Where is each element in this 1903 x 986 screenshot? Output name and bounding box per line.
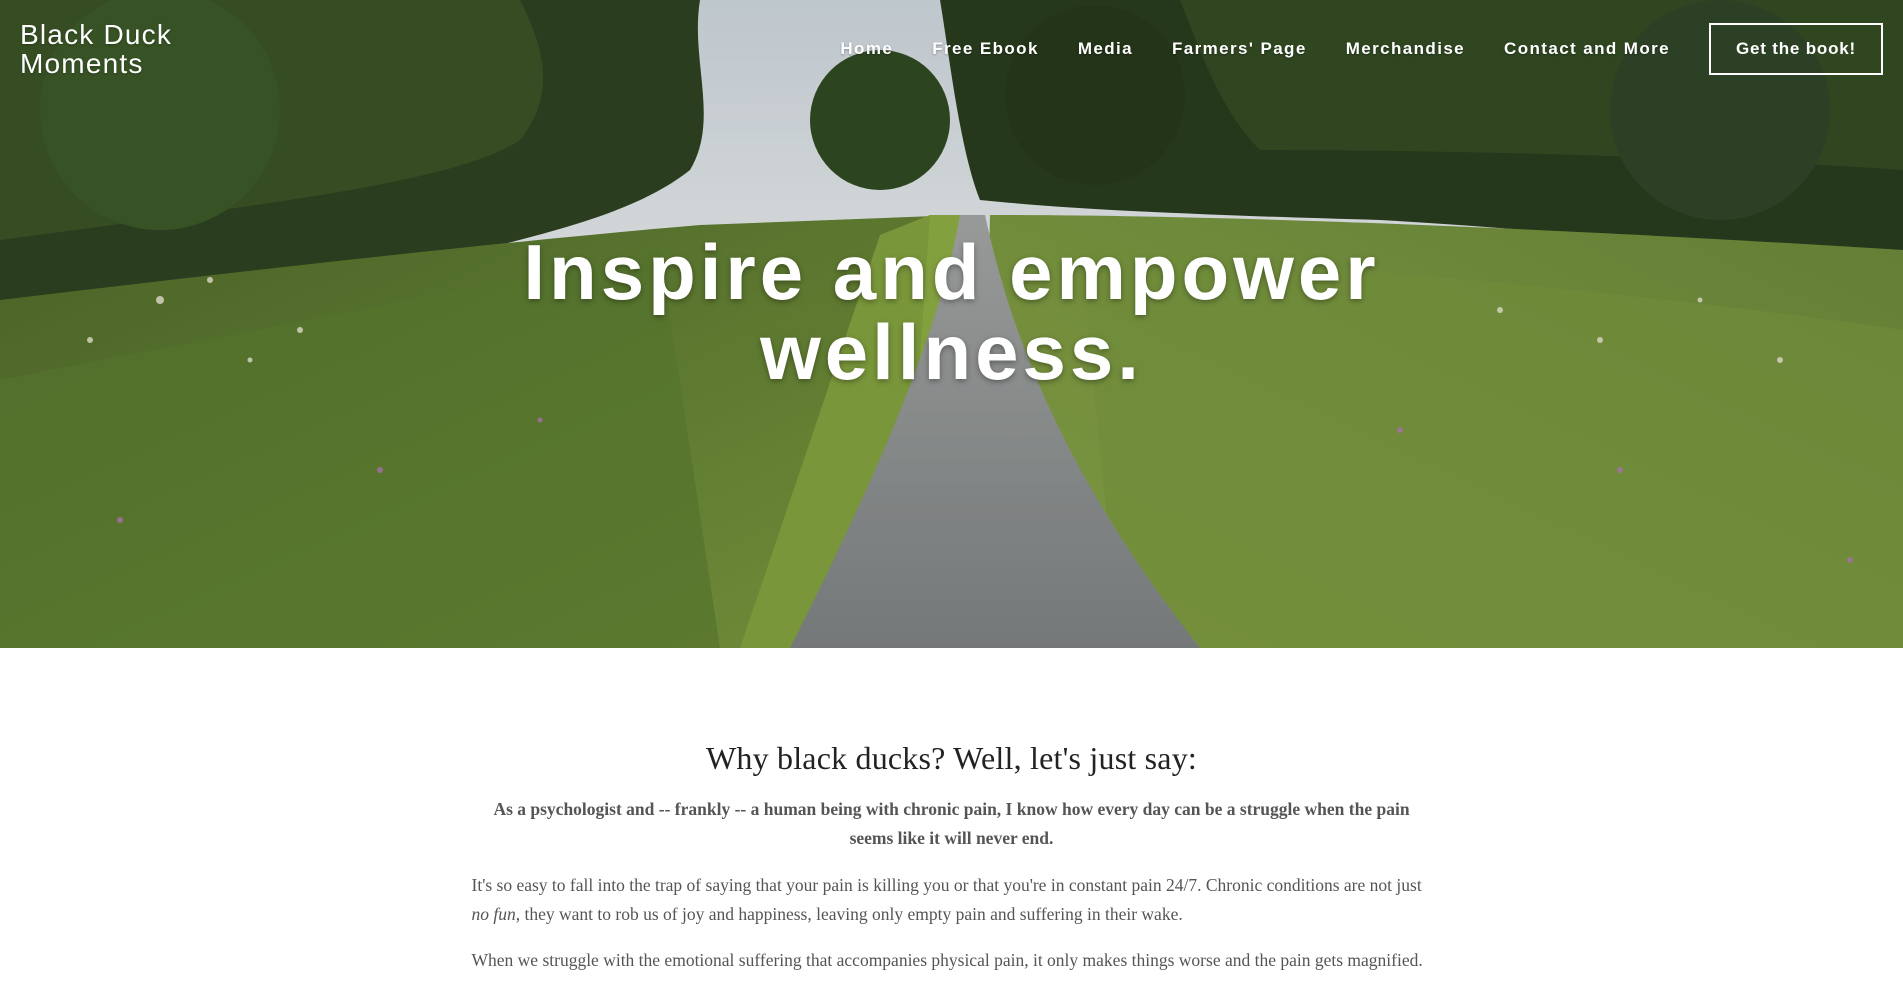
section-heading: Why black ducks? Well, let's just say: (706, 740, 1197, 776)
body-paragraph-1-start: It's so easy to fall into the trap of sa… (471, 875, 1422, 895)
nav-link-home[interactable]: Home (840, 39, 893, 59)
body-paragraph-2: When we struggle with the emotional suff… (471, 950, 1423, 970)
body-paragraph-1-end: , they want to rob us of joy and happine… (515, 904, 1183, 924)
nav-link-free-ebook[interactable]: Free Ebook (932, 39, 1039, 59)
hero-headline-line-2: wellness. (760, 308, 1143, 396)
nav-link-farmers-page[interactable]: Farmers' Page (1172, 39, 1307, 59)
site-logo-line-2: Moments (20, 48, 144, 79)
site-logo-line-1: Black Duck (20, 19, 173, 50)
hero-headline-line-1: Inspire and empower (523, 228, 1380, 316)
body-paragraph-1-emphasis: no fun (471, 904, 516, 924)
nav-link-media[interactable]: Media (1078, 39, 1133, 59)
main-nav: Home Free Ebook Media Farmers' Page Merc… (840, 22, 1883, 76)
lead-paragraph: As a psychologist and -- frankly -- a hu… (493, 799, 1410, 848)
get-the-book-button[interactable]: Get the book! (1709, 23, 1883, 75)
nav-link-contact[interactable]: Contact and More (1504, 39, 1670, 59)
hero-banner: Black Duck Moments Home Free Ebook Media… (0, 0, 1903, 648)
hero-headline: Inspire and empower wellness. (0, 232, 1903, 392)
site-logo[interactable]: Black Duck Moments (20, 20, 172, 78)
nav-link-merchandise[interactable]: Merchandise (1346, 39, 1465, 59)
body-paragraph-1: It's so easy to fall into the trap of sa… (472, 871, 1432, 929)
intro-section: Why black ducks? Well, let's just say: A… (472, 648, 1432, 975)
